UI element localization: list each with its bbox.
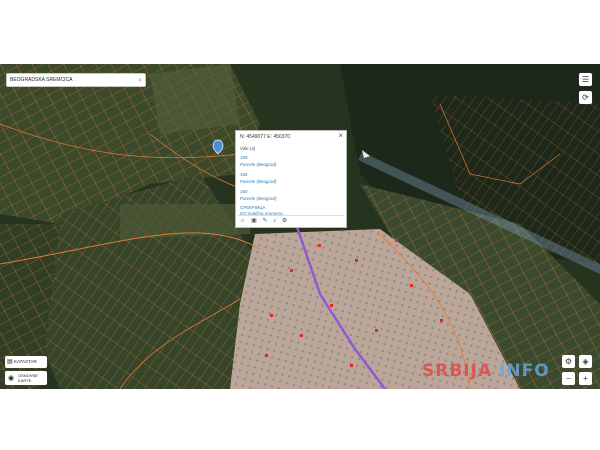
layers-icon: ☰ [581,75,590,84]
close-icon[interactable]: × [338,132,343,140]
plus-icon: + [583,374,588,383]
search-box[interactable]: ⌕ [6,73,146,87]
more-icon[interactable]: ⚙ [282,217,287,224]
minus-icon: − [566,374,571,383]
osnovne-karte-button[interactable]: ◉ OSNOVNE KARTE [5,371,47,385]
search-icon[interactable]: ⌕ [138,76,142,85]
compass-button[interactable]: ◈ [579,355,592,368]
parcel-subtitle-1: Parcele (Beograd) [240,162,277,167]
settings-icon[interactable]: ☼ [240,218,246,224]
watermark-part2: INFO [499,361,550,381]
watermark-part1: SRBIJA [422,361,493,381]
parcel-number-3[interactable]: 160 [240,189,248,194]
identify-popup: N: 4549077 E: 450370 × Više (4) 159 Parc… [235,130,347,228]
compass-icon: ◈ [582,357,589,366]
bottom-strip [0,389,600,450]
watermark-logo: SRBIJA INFO [422,361,550,381]
export-icon[interactable]: ▣ [251,217,257,224]
parcel-subtitle-3: Parcele (Beograd) [240,196,277,201]
katastar-button[interactable]: ▤ KATASTAR [5,356,47,368]
parcel-number-1[interactable]: 159 [240,155,248,160]
zoom-in-button[interactable]: + [579,372,592,385]
top-strip [0,0,600,64]
settings-button[interactable]: ⚙ [562,355,575,368]
basemap-icon: ◉ [8,375,15,382]
katastar-label: KATASTAR [13,359,37,364]
refresh-icon: ⟳ [582,93,589,102]
popup-coordinates: N: 4549077 E: 450370 [240,134,291,140]
parcel-number-2[interactable]: 158 [240,172,248,177]
municipality-name[interactable]: СРЕМЧИЦА [240,205,266,210]
refresh-button[interactable]: ⟳ [579,91,592,104]
gear-icon: ⚙ [564,357,573,366]
layers-button[interactable]: ☰ [579,73,592,86]
karte-label: KARTE [18,378,32,383]
search-input[interactable] [7,74,130,86]
microphone-icon[interactable]: ♪ [273,218,276,224]
parcel-subtitle-2: Parcele (Beograd) [240,179,277,184]
map-layer-icon: ▤ [7,359,13,365]
popup-toolbar: ☼ ▣ ✎ ♪ ⚙ [238,215,344,225]
popup-intro: Više (4) [240,146,256,151]
edit-icon[interactable]: ✎ [263,217,268,224]
zoom-out-button[interactable]: − [562,372,575,385]
